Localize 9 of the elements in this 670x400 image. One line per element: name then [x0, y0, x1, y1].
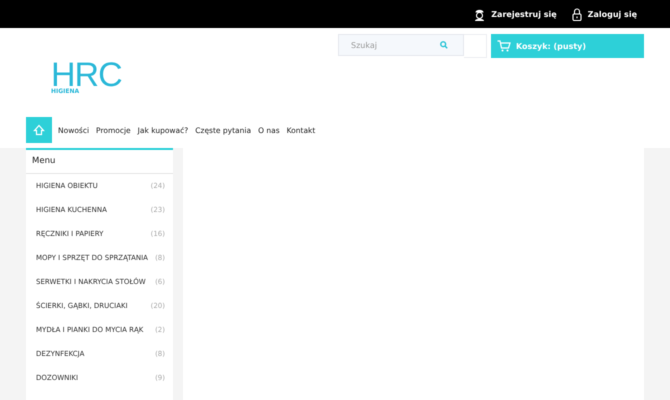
person-icon — [474, 8, 486, 20]
home-button[interactable] — [26, 117, 52, 143]
cart-icon — [497, 40, 511, 52]
sidebar-title: Menu — [26, 150, 173, 174]
register-link[interactable]: Zarejestruj się — [474, 8, 557, 20]
padlock-icon — [572, 8, 582, 20]
login-link[interactable]: Zaloguj się — [572, 8, 637, 20]
search-addon — [464, 34, 487, 58]
logo-mark: HRC — [51, 62, 122, 88]
